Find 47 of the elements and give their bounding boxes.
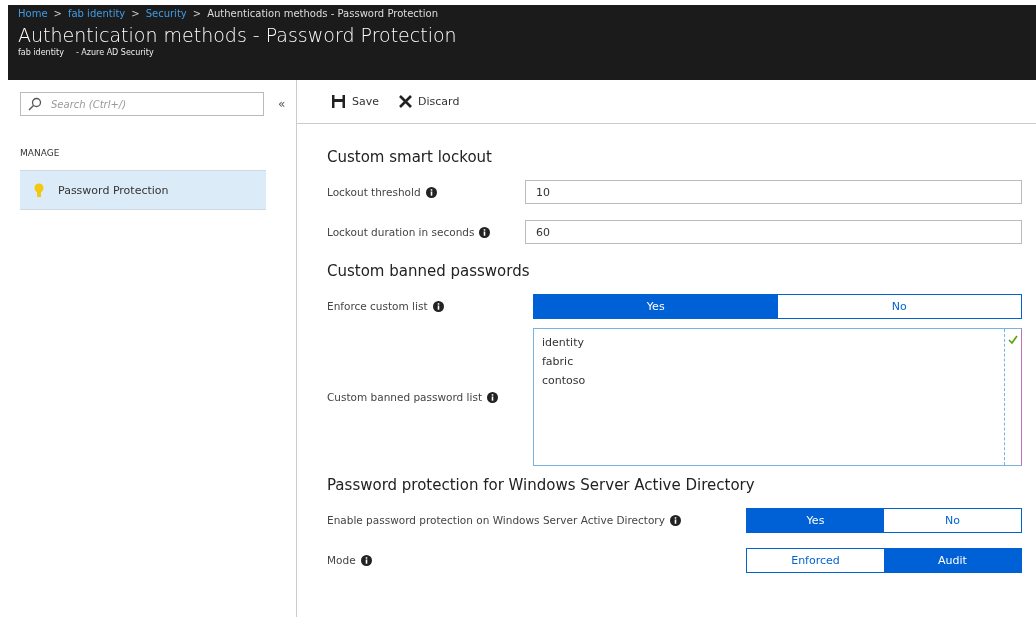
- breadcrumb-separator: >: [53, 8, 62, 19]
- text-area[interactable]: identity fabric contoso: [533, 328, 1022, 466]
- close-icon: [399, 95, 412, 108]
- save-button[interactable]: Save: [327, 92, 383, 111]
- info-icon: [479, 226, 491, 238]
- info-icon: [425, 186, 437, 198]
- section-heading: Password protection for Windows Server Active Directory: [327, 476, 756, 494]
- breadcrumb-item[interactable]: Home: [18, 8, 48, 19]
- field-label: Enforce custom list: [327, 300, 428, 312]
- breadcrumb-item[interactable]: fab identity: [67, 8, 126, 19]
- sidebar-item[interactable]: Password Protection: [20, 170, 266, 210]
- info-icon: [432, 300, 444, 312]
- toggle-option[interactable]: Yes: [747, 508, 884, 532]
- collapse-button[interactable]: «: [278, 97, 286, 111]
- list-line: contoso: [542, 373, 587, 389]
- info-icon: [487, 391, 499, 403]
- field-label: Custom banned password list: [327, 391, 483, 403]
- breadcrumb-separator: >: [192, 8, 202, 19]
- input-field[interactable]: 10: [525, 180, 1022, 204]
- info-icon: [669, 514, 681, 526]
- checkmark-icon: [1008, 335, 1018, 344]
- info-icon: [360, 554, 372, 566]
- breadcrumb-item[interactable]: Security: [145, 8, 187, 19]
- section-heading: Custom smart lockout: [327, 148, 493, 166]
- section-label: MANAGE: [20, 148, 61, 158]
- field-label: Enable password protection on Windows Server Active Directory: [327, 514, 665, 526]
- lightbulb-icon: [34, 182, 44, 198]
- toggle-switch[interactable]: Yes No: [533, 293, 1022, 319]
- field-label: Mode: [327, 554, 356, 566]
- toggle-option[interactable]: Audit: [884, 548, 1021, 572]
- toggle-switch[interactable]: Yes No: [746, 507, 1022, 533]
- toggle-option[interactable]: Yes: [534, 294, 778, 318]
- field-label: Lockout duration in seconds: [327, 226, 475, 238]
- breadcrumb-separator: >: [131, 8, 140, 19]
- breadcrumb-item: Authentication methods - Password Protection: [207, 8, 438, 19]
- page-subtitle: - Azure AD Security: [75, 48, 154, 57]
- list-line: fabric: [542, 354, 575, 370]
- page-subtitle: fab identity: [18, 48, 64, 57]
- input-field[interactable]: 60: [525, 220, 1022, 244]
- search-icon: [28, 97, 42, 111]
- discard-button[interactable]: Discard: [395, 93, 464, 110]
- section-heading: Custom banned passwords: [327, 262, 531, 280]
- toggle-switch[interactable]: Enforced Audit: [746, 547, 1022, 573]
- field-label: Lockout threshold: [327, 186, 421, 198]
- page-title: Authentication methods - Password Protection: [18, 24, 458, 46]
- search-field[interactable]: Search (Ctrl+/): [20, 92, 264, 116]
- list-line: identity: [542, 335, 585, 351]
